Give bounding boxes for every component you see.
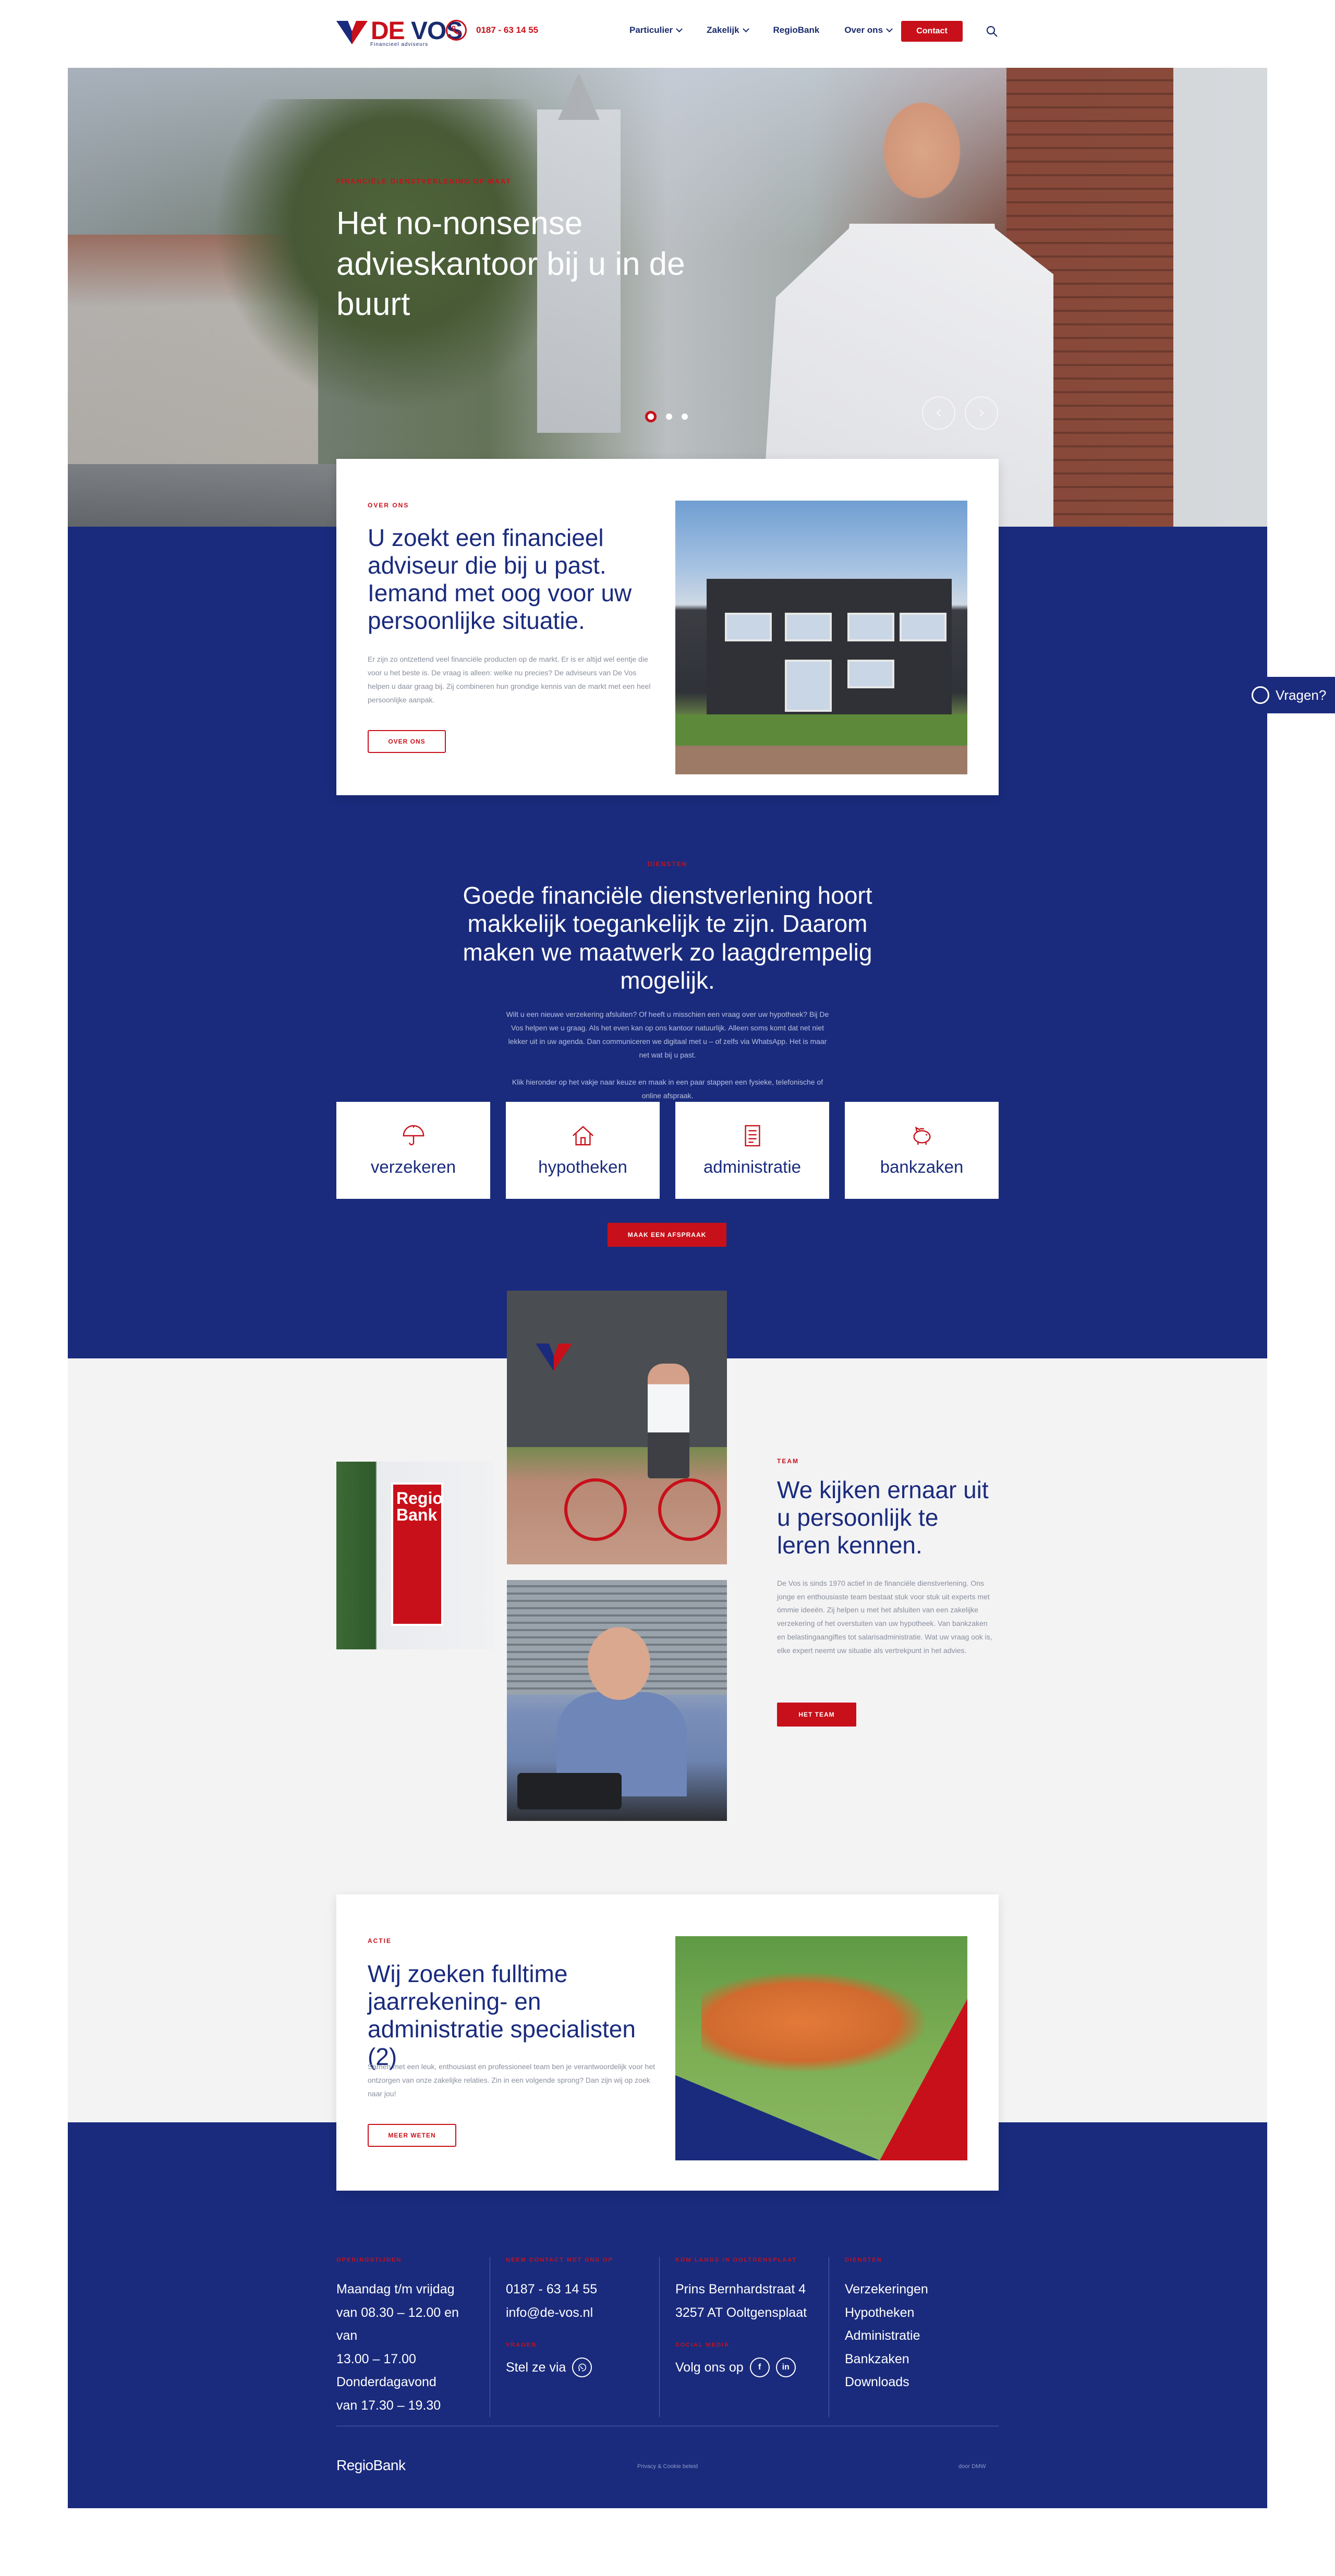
logo-mark-icon <box>336 21 368 44</box>
footer-whatsapp[interactable]: Stel ze via <box>506 2358 644 2377</box>
vacancy-text: Samen met een leuk, enthousiast en profe… <box>368 2062 655 2098</box>
nav-zakelijk[interactable]: Zakelijk <box>707 25 749 35</box>
services-text-2: Klik hieronder op het vakje naar keuze e… <box>512 1077 823 1100</box>
phone-icon <box>446 20 467 41</box>
footer-phone-link[interactable]: 0187 - 63 14 55 <box>506 2278 644 2301</box>
office-building-image <box>675 501 967 774</box>
document-icon <box>744 1125 760 1147</box>
slider-next-button[interactable] <box>965 396 998 430</box>
footer-link-verzekeringen[interactable]: Verzekeringen <box>845 2278 983 2301</box>
header-phone[interactable]: 0187 - 63 14 55 <box>446 20 538 41</box>
footer-link-hypotheken[interactable]: Hypotheken <box>845 2301 983 2325</box>
team-section: TEAM We kijken ernaar uit u persoonlijk … <box>777 1457 996 1658</box>
piggy-bank-icon <box>913 1126 931 1145</box>
regiobank-sign-image: Regio Bank <box>336 1462 493 1649</box>
logo-subtitle: Financieel adviseurs <box>370 42 429 47</box>
team-text: De Vos is sinds 1970 actief in de financ… <box>777 1578 992 1655</box>
chevron-down-icon <box>886 25 893 32</box>
chevron-down-icon <box>676 25 683 32</box>
vacancy-button[interactable]: MEER WETEN <box>368 2124 456 2147</box>
slider-dots <box>645 411 697 422</box>
services-text-1: Wilt u een nieuwe verzekering afsluiten?… <box>506 1010 829 1059</box>
footer-link-bankzaken[interactable]: Bankzaken <box>845 2348 983 2371</box>
service-bankzaken[interactable]: bankzaken <box>845 1102 999 1199</box>
nav-over-ons[interactable]: Over ons <box>844 25 893 35</box>
services-intro: DIENSTEN Goede financiële dienstverlenin… <box>336 860 999 1102</box>
whatsapp-icon <box>1252 686 1269 704</box>
main-nav: Particulier Zakelijk RegioBank Over ons <box>629 25 917 35</box>
linkedin-icon[interactable]: in <box>775 2358 796 2377</box>
chevron-down-icon <box>742 25 749 32</box>
services-kicker: DIENSTEN <box>647 860 688 868</box>
footer-services: DIENSTEN Verzekeringen Hypotheken Admini… <box>829 2257 999 2417</box>
umbrella-icon <box>403 1125 424 1146</box>
about-text: Er zijn zo ontzettend veel financiële pr… <box>368 655 651 704</box>
slider-dot-1[interactable] <box>645 411 657 422</box>
nav-regiobank[interactable]: RegioBank <box>773 25 820 35</box>
about-button[interactable]: OVER ONS <box>368 730 446 753</box>
footer-opening-hours: OPENINGSTIJDEN Maandag t/m vrijdag van 0… <box>336 2257 490 2417</box>
footer-address: KOM LANGS IN OOLTGENSPLAAT Prins Bernhar… <box>660 2257 829 2417</box>
hero-title: Het no-nonsense advieskantoor bij u in d… <box>336 205 685 322</box>
logo[interactable]: DE VOS <box>336 18 463 44</box>
team-title: We kijken ernaar uit u persoonlijk te le… <box>777 1476 989 1559</box>
search-icon[interactable] <box>986 25 998 38</box>
footer-contact: NEEM CONTACT MET ONS OP 0187 - 63 14 55 … <box>490 2257 660 2417</box>
footer-link-administratie[interactable]: Administratie <box>845 2324 983 2348</box>
service-hypotheken[interactable]: hypotheken <box>506 1102 660 1199</box>
vacancy-kicker: ACTIE <box>368 1937 392 1945</box>
phone-number: 0187 - 63 14 55 <box>476 25 539 35</box>
services-grid: verzekeren hypotheken administratie bank… <box>336 1102 999 1199</box>
slider-prev-button[interactable] <box>922 396 955 430</box>
credit-link[interactable]: door DMW <box>958 2463 986 2470</box>
team-bike-image <box>507 1291 727 1564</box>
services-title: Goede financiële dienstverlening hoort m… <box>463 882 872 994</box>
facebook-icon[interactable]: f <box>749 2358 770 2377</box>
whatsapp-icon <box>572 2358 592 2377</box>
fox-image <box>675 1936 967 2160</box>
logo-mark-icon <box>536 1343 572 1371</box>
house-icon <box>572 1126 593 1146</box>
footer-email-link[interactable]: info@de-vos.nl <box>506 2301 644 2325</box>
nav-particulier[interactable]: Particulier <box>629 25 683 35</box>
make-appointment-button[interactable]: MAAK EEN AFSPRAAK <box>608 1223 726 1247</box>
slider-dot-3[interactable] <box>682 414 688 420</box>
team-button[interactable]: HET TEAM <box>777 1703 856 1727</box>
hero-kicker: FINANCIËLE DIENSTVERLENING OP MAAT <box>336 177 512 185</box>
footer-social: Volg ons op f in <box>675 2358 813 2377</box>
about-title: U zoekt een financieel adviseur die bij … <box>368 524 632 634</box>
vacancy-title: Wij zoeken fulltime jaarrekening- en adm… <box>368 1960 636 2070</box>
about-card: OVER ONS U zoekt een financieel adviseur… <box>336 459 999 795</box>
regiobank-logo[interactable]: RegioBank <box>336 2457 406 2474</box>
team-office-image <box>507 1580 727 1821</box>
contact-button[interactable]: Contact <box>901 21 963 42</box>
whatsapp-float-button[interactable]: Vragen? <box>1241 677 1335 713</box>
service-verzekeren[interactable]: verzekeren <box>336 1102 490 1199</box>
arrow-left-icon <box>936 409 941 417</box>
slider-dot-2[interactable] <box>666 414 672 420</box>
team-kicker: TEAM <box>777 1457 799 1465</box>
footer-columns: OPENINGSTIJDEN Maandag t/m vrijdag van 0… <box>336 2257 999 2417</box>
vacancy-card: ACTIE Wij zoeken fulltime jaarrekening- … <box>336 1894 999 2191</box>
service-administratie[interactable]: administratie <box>675 1102 829 1199</box>
site-header: DE VOS Financieel adviseurs 0187 - 63 14… <box>0 0 1335 63</box>
footer-link-downloads[interactable]: Downloads <box>845 2371 983 2394</box>
about-kicker: OVER ONS <box>368 502 409 509</box>
privacy-link[interactable]: Privacy & Cookie beleid <box>637 2463 698 2470</box>
arrow-right-icon <box>979 409 984 417</box>
